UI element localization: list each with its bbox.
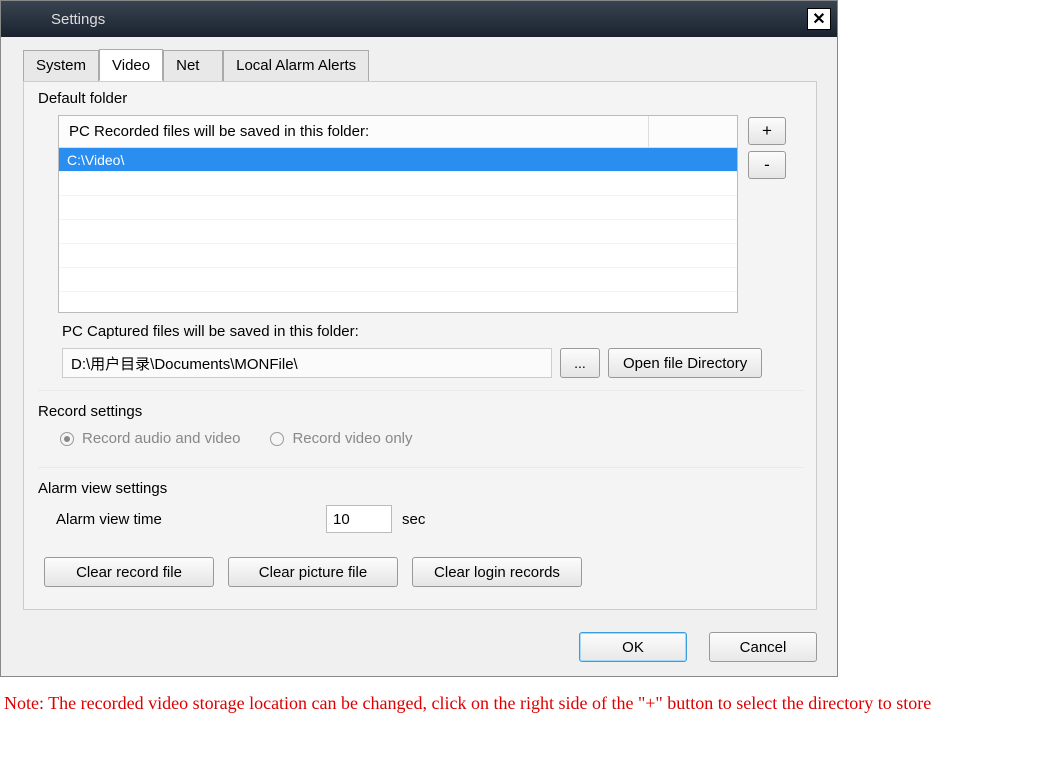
record-video-only-option[interactable]: Record video only: [270, 430, 412, 447]
folder-path: C:\Video\: [67, 152, 649, 168]
dialog-buttons: OK Cancel: [1, 622, 837, 676]
alarm-view-title: Alarm view settings: [38, 478, 804, 501]
record-radio-group: Record audio and video Record video only: [38, 424, 804, 451]
recorded-folder-grid[interactable]: PC Recorded files will be saved in this …: [58, 115, 738, 313]
grid-header: PC Recorded files will be saved in this …: [59, 116, 737, 148]
close-button[interactable]: ✕: [807, 8, 831, 30]
tab-net[interactable]: Net: [163, 50, 223, 82]
recorded-folder-area: PC Recorded files will be saved in this …: [38, 111, 804, 313]
tab-video[interactable]: Video: [99, 49, 163, 81]
grid-header-label: PC Recorded files will be saved in this …: [59, 116, 649, 147]
alarm-view-section: Alarm view settings Alarm view time sec: [38, 467, 804, 537]
settings-window: Settings ✕ System Video Net Local Alarm …: [0, 0, 838, 677]
table-row: [59, 172, 737, 196]
radio-label: Record video only: [292, 430, 412, 447]
clear-login-records-button[interactable]: Clear login records: [412, 557, 582, 587]
default-folder-title: Default folder: [38, 88, 804, 111]
cancel-button[interactable]: Cancel: [709, 632, 817, 662]
radio-icon: [60, 432, 74, 446]
note-text: Note: The recorded video storage locatio…: [0, 677, 1040, 719]
folder-side-buttons: + -: [748, 115, 786, 313]
alarm-view-label: Alarm view time: [56, 511, 316, 528]
clear-buttons-row: Clear record file Clear picture file Cle…: [38, 537, 804, 591]
clear-picture-file-button[interactable]: Clear picture file: [228, 557, 398, 587]
radio-label: Record audio and video: [82, 430, 240, 447]
plus-icon: +: [762, 121, 772, 141]
table-row: [59, 220, 737, 244]
alarm-view-unit: sec: [402, 511, 425, 528]
tab-system[interactable]: System: [23, 50, 99, 82]
radio-icon: [270, 432, 284, 446]
table-row: [59, 268, 737, 292]
remove-folder-button[interactable]: -: [748, 151, 786, 179]
record-settings-section: Record settings Record audio and video R…: [38, 390, 804, 455]
open-directory-button[interactable]: Open file Directory: [608, 348, 762, 378]
alarm-view-row: Alarm view time sec: [38, 501, 804, 533]
titlebar: Settings ✕: [1, 1, 837, 37]
ok-button[interactable]: OK: [579, 632, 687, 662]
tab-local-alarm-alerts[interactable]: Local Alarm Alerts: [223, 50, 369, 82]
add-folder-button[interactable]: +: [748, 117, 786, 145]
browse-button[interactable]: ...: [560, 348, 600, 378]
record-settings-title: Record settings: [38, 401, 804, 424]
capture-folder-label: PC Captured files will be saved in this …: [62, 323, 804, 348]
capture-folder-row: ... Open file Directory: [62, 348, 804, 378]
video-panel: Default folder PC Recorded files will be…: [23, 81, 817, 610]
alarm-view-time-input[interactable]: [326, 505, 392, 533]
record-audio-video-option[interactable]: Record audio and video: [60, 430, 240, 447]
minus-icon: -: [764, 155, 770, 175]
clear-record-file-button[interactable]: Clear record file: [44, 557, 214, 587]
table-row: [59, 196, 737, 220]
window-title: Settings: [51, 11, 105, 28]
capture-folder-section: PC Captured files will be saved in this …: [38, 313, 804, 378]
capture-path-input[interactable]: [62, 348, 552, 378]
close-icon: ✕: [812, 9, 825, 29]
table-row: [59, 244, 737, 268]
table-row[interactable]: C:\Video\: [59, 148, 737, 172]
tab-bar: System Video Net Local Alarm Alerts: [1, 37, 837, 81]
